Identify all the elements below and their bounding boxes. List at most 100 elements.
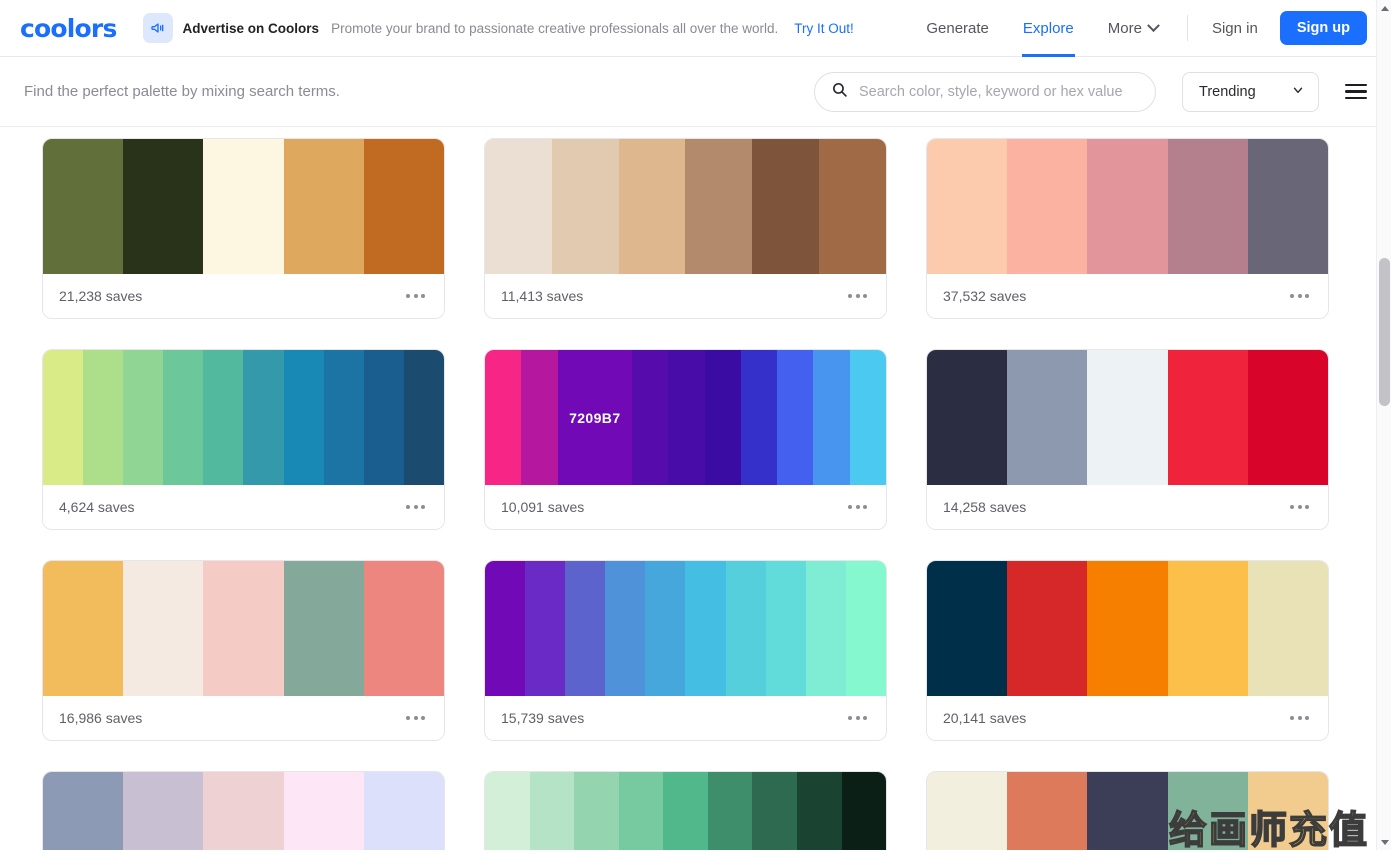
color-swatch[interactable] — [574, 772, 619, 850]
palette-more-options-icon[interactable] — [404, 499, 427, 515]
sign-in-link[interactable]: Sign in — [1198, 20, 1272, 37]
color-swatch[interactable] — [1087, 772, 1167, 850]
color-swatch[interactable] — [663, 772, 708, 850]
color-swatch[interactable] — [632, 350, 668, 485]
color-swatch[interactable] — [1168, 561, 1248, 696]
color-swatch[interactable] — [1007, 139, 1087, 274]
color-swatch[interactable] — [726, 561, 766, 696]
search-input[interactable] — [859, 84, 1139, 100]
color-swatch[interactable] — [850, 350, 886, 485]
palette-more-options-icon[interactable] — [404, 710, 427, 726]
color-swatch[interactable] — [485, 561, 525, 696]
color-swatch[interactable] — [565, 561, 605, 696]
color-swatch[interactable] — [83, 350, 123, 485]
color-swatch[interactable] — [123, 772, 203, 850]
palette-more-options-icon[interactable] — [846, 499, 869, 515]
color-swatch[interactable] — [1248, 350, 1328, 485]
color-swatch[interactable] — [1087, 350, 1167, 485]
color-swatch[interactable] — [123, 350, 163, 485]
color-swatch[interactable] — [927, 772, 1007, 850]
color-swatch[interactable] — [668, 350, 704, 485]
color-swatch[interactable] — [1087, 139, 1167, 274]
color-swatch[interactable] — [552, 139, 619, 274]
color-swatch[interactable] — [741, 350, 777, 485]
color-swatch[interactable] — [685, 561, 725, 696]
color-swatch[interactable] — [1168, 139, 1248, 274]
color-swatch[interactable] — [43, 350, 83, 485]
color-swatch[interactable] — [364, 772, 444, 850]
color-swatch[interactable] — [203, 772, 283, 850]
color-swatch[interactable] — [163, 350, 203, 485]
page-scrollbar[interactable] — [1376, 0, 1391, 850]
color-swatch[interactable] — [485, 772, 530, 850]
palette-card[interactable]: 11,413 saves — [484, 138, 887, 319]
color-swatch[interactable] — [123, 561, 203, 696]
scrollbar-thumb[interactable] — [1379, 258, 1390, 406]
color-swatch[interactable] — [1007, 350, 1087, 485]
color-swatch[interactable] — [766, 561, 806, 696]
color-swatch[interactable] — [752, 139, 819, 274]
search-box[interactable] — [814, 72, 1156, 112]
color-swatch[interactable] — [364, 350, 404, 485]
palette-more-options-icon[interactable] — [846, 288, 869, 304]
color-swatch[interactable] — [797, 772, 842, 850]
sort-select[interactable]: Trending — [1182, 72, 1319, 112]
palette-more-options-icon[interactable] — [1288, 288, 1311, 304]
nav-item-more[interactable]: More — [1091, 0, 1175, 56]
palette-more-options-icon[interactable] — [1288, 499, 1311, 515]
color-swatch[interactable] — [705, 350, 741, 485]
palette-card[interactable] — [926, 771, 1329, 850]
color-swatch[interactable] — [203, 350, 243, 485]
color-swatch[interactable] — [842, 772, 887, 850]
palette-card[interactable]: 7209B710,091 saves — [484, 349, 887, 530]
color-swatch[interactable] — [284, 139, 364, 274]
color-swatch[interactable] — [43, 561, 123, 696]
color-swatch[interactable] — [927, 350, 1007, 485]
color-swatch[interactable]: 7209B7 — [558, 350, 632, 485]
palette-card[interactable]: 20,141 saves — [926, 560, 1329, 741]
color-swatch[interactable] — [752, 772, 797, 850]
color-swatch[interactable] — [284, 561, 364, 696]
color-swatch[interactable] — [530, 772, 575, 850]
palette-card[interactable] — [42, 771, 445, 850]
color-swatch[interactable] — [685, 139, 752, 274]
color-swatch[interactable] — [525, 561, 565, 696]
color-swatch[interactable] — [605, 561, 645, 696]
color-swatch[interactable] — [927, 139, 1007, 274]
palette-card[interactable]: 21,238 saves — [42, 138, 445, 319]
color-swatch[interactable] — [324, 350, 364, 485]
color-swatch[interactable] — [1007, 772, 1087, 850]
color-swatch[interactable] — [813, 350, 849, 485]
color-swatch[interactable] — [284, 772, 364, 850]
color-swatch[interactable] — [485, 139, 552, 274]
color-swatch[interactable] — [1007, 561, 1087, 696]
color-swatch[interactable] — [364, 561, 444, 696]
palette-card[interactable]: 16,986 saves — [42, 560, 445, 741]
color-swatch[interactable] — [1248, 139, 1328, 274]
color-swatch[interactable] — [521, 350, 557, 485]
nav-item-generate[interactable]: Generate — [909, 0, 1006, 56]
palette-more-options-icon[interactable] — [1288, 710, 1311, 726]
color-swatch[interactable] — [846, 561, 886, 696]
nav-item-explore[interactable]: Explore — [1006, 0, 1091, 56]
color-swatch[interactable] — [1248, 561, 1328, 696]
palette-more-options-icon[interactable] — [404, 288, 427, 304]
color-swatch[interactable] — [1248, 772, 1328, 850]
color-swatch[interactable] — [284, 350, 324, 485]
palette-card[interactable]: 14,258 saves — [926, 349, 1329, 530]
color-swatch[interactable] — [404, 350, 444, 485]
color-swatch[interactable] — [43, 772, 123, 850]
palette-card[interactable]: 4,624 saves — [42, 349, 445, 530]
color-swatch[interactable] — [645, 561, 685, 696]
hamburger-menu-icon[interactable] — [1345, 80, 1367, 103]
color-swatch[interactable] — [1168, 772, 1248, 850]
color-swatch[interactable] — [123, 139, 203, 274]
color-swatch[interactable] — [927, 561, 1007, 696]
scroll-down-arrow-icon[interactable] — [1377, 834, 1391, 850]
color-swatch[interactable] — [777, 350, 813, 485]
color-swatch[interactable] — [819, 139, 886, 274]
color-swatch[interactable] — [708, 772, 753, 850]
palette-more-options-icon[interactable] — [846, 710, 869, 726]
scroll-up-arrow-icon[interactable] — [1377, 0, 1391, 16]
color-swatch[interactable] — [364, 139, 444, 274]
